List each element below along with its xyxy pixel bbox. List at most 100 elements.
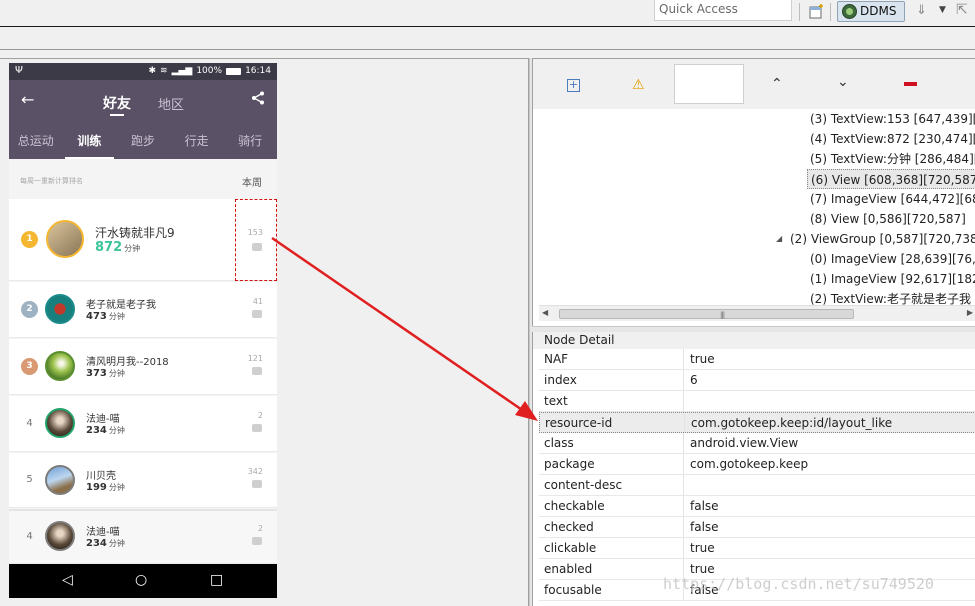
tree-node[interactable]: (1) ImageView [92,617][182,7 <box>807 269 975 289</box>
category-tab-running[interactable]: 跑步 <box>116 125 170 159</box>
selected-node-highlight <box>235 199 277 281</box>
open-perspective-icon[interactable] <box>809 3 825 19</box>
tree-node[interactable]: (0) ImageView [28,639][76,68 <box>807 249 975 269</box>
user-name: 清风明月我--2018 <box>86 357 169 368</box>
property-row-checked[interactable]: checked false <box>539 517 975 538</box>
rank-number: 5 <box>26 474 33 485</box>
back-arrow-icon[interactable]: ← <box>21 90 34 109</box>
like-count: 342 <box>247 467 263 476</box>
property-row-text[interactable]: text <box>539 391 975 412</box>
property-row-clickable[interactable]: clickable true <box>539 538 975 559</box>
category-tab-training[interactable]: 训练 <box>63 125 117 159</box>
ranking-row[interactable]: 4 法迪-喵 234 分钟 2 <box>9 396 277 452</box>
property-row-NAF[interactable]: NAF true <box>539 349 975 370</box>
tree-node[interactable]: (8) View [0,586][720,587] <box>807 209 969 229</box>
rank-number: 4 <box>26 418 33 429</box>
remove-icon[interactable] <box>904 82 917 86</box>
exit-icon[interactable]: ⇱ <box>956 2 968 18</box>
battery-percent: 100% <box>196 66 223 76</box>
property-row-package[interactable]: package com.gotokeep.keep <box>539 454 975 475</box>
spacer <box>0 50 975 58</box>
property-key: content-desc <box>544 475 684 495</box>
share-icon[interactable] <box>251 91 265 109</box>
ranking-row[interactable]: 5 川贝壳 199 分钟 342 <box>9 453 277 508</box>
tree-node[interactable]: (3) TextView:153 [647,439][68 <box>807 109 975 129</box>
tree-expand-triangle-icon[interactable]: ◢ <box>776 234 782 243</box>
avatar[interactable] <box>45 465 75 495</box>
avatar[interactable] <box>45 521 75 551</box>
property-key: class <box>544 433 684 453</box>
my-ranking-row[interactable]: 4 法迪-喵 234 分钟 2 <box>9 509 277 564</box>
ddms-label: DDMS <box>860 4 897 18</box>
period-label[interactable]: 本周 <box>242 174 262 189</box>
warning-icon[interactable]: ⚠ <box>632 77 645 93</box>
hierarchy-tree[interactable]: (3) TextView:153 [647,439][68 (4) TextVi… <box>539 109 975 305</box>
scroll-left-icon[interactable]: ◀ <box>542 308 548 317</box>
property-value: false <box>690 499 719 513</box>
property-key: clickable <box>544 538 684 558</box>
ranking-row[interactable]: 3 清风明月我--2018 373 分钟 121 <box>9 339 277 395</box>
property-row-resource-id[interactable]: resource-id com.gotokeep.keep:id/layout_l… <box>539 412 975 433</box>
property-key: checkable <box>544 496 684 516</box>
scroll-right-icon[interactable]: ▶ <box>967 308 973 317</box>
category-tab-all[interactable]: 总运动 <box>9 125 63 159</box>
category-tab-cycling[interactable]: 骑行 <box>223 125 277 159</box>
like-thumb-icon[interactable] <box>252 424 262 432</box>
user-name: 老子就是老子我 <box>86 300 156 311</box>
chevron-up-icon[interactable]: ⌃ <box>771 76 783 92</box>
rank-medal-silver: 2 <box>21 301 38 318</box>
tree-node[interactable]: (5) TextView:分钟 [286,484][3 <box>807 149 975 169</box>
tree-node[interactable]: (7) ImageView [644,472][688 <box>807 189 975 209</box>
tab-friends[interactable]: 好友 <box>103 93 131 116</box>
tree-horizontal-scrollbar[interactable]: ◀ ||| ▶ <box>539 305 975 321</box>
tree-node[interactable]: (4) TextView:872 [230,474][27 <box>807 129 975 149</box>
ddms-perspective-button[interactable]: DDMS <box>837 1 905 22</box>
property-key: package <box>544 454 684 474</box>
chevron-down-icon[interactable]: ▼ <box>939 5 946 15</box>
like-thumb-icon[interactable] <box>252 367 262 375</box>
avatar[interactable] <box>46 220 84 258</box>
tab-region[interactable]: 地区 <box>158 94 184 113</box>
like-thumb-icon[interactable] <box>252 480 262 488</box>
tree-node-selected[interactable]: (6) View [608,368][720,587] <box>807 169 975 189</box>
like-thumb-icon[interactable] <box>252 310 262 318</box>
minutes-value: 373 分钟 <box>86 368 125 379</box>
avatar[interactable] <box>45 294 75 324</box>
like-count: 2 <box>257 524 263 533</box>
bluetooth-icon: ✱ <box>148 66 157 76</box>
expand-all-icon[interactable]: + <box>567 79 580 92</box>
nav-recents-icon[interactable]: □ <box>210 572 223 588</box>
scroll-thumb[interactable]: ||| <box>559 309 854 319</box>
avatar[interactable] <box>45 351 75 381</box>
property-key: index <box>544 370 684 390</box>
node-detail-title: Node Detail <box>533 332 975 349</box>
property-row-class[interactable]: class android.view.View <box>539 433 975 454</box>
property-row-index[interactable]: index 6 <box>539 370 975 391</box>
usb-icon: Ψ <box>15 65 23 76</box>
property-value: true <box>690 352 715 366</box>
rank-medal-bronze: 3 <box>21 358 38 375</box>
status-time: 16:14 <box>245 66 271 76</box>
property-key: text <box>544 391 684 411</box>
like-thumb-icon[interactable] <box>252 537 262 545</box>
tree-node[interactable]: (2) ViewGroup [0,587][720,738] <box>787 229 975 249</box>
tree-node[interactable]: (2) TextView:老子就是老子我 [ <box>807 289 975 305</box>
signal-icon: ▂▄▆ <box>171 66 193 76</box>
user-name: 汗水铸就非凡9 <box>95 226 175 240</box>
nav-back-icon[interactable]: ◁ <box>62 572 73 588</box>
category-tab-walking[interactable]: 行走 <box>170 125 224 159</box>
hierarchy-toolbar: + ⚠ ⌃ ⌄ <box>533 59 975 109</box>
hierarchy-pane: + ⚠ ⌃ ⌄ (3) TextView:153 [647,439][68 (4… <box>532 58 975 326</box>
category-tabs: 总运动 训练 跑步 行走 骑行 <box>9 125 277 159</box>
ranking-row[interactable]: 2 老子就是老子我 473 分钟 41 <box>9 282 277 338</box>
nav-home-icon[interactable]: ○ <box>135 572 147 588</box>
avatar[interactable] <box>45 408 75 438</box>
property-row-content-desc[interactable]: content-desc <box>539 475 975 496</box>
minutes-value: 234 分钟 <box>86 425 125 436</box>
chevron-down-icon[interactable]: ⌄ <box>837 74 849 90</box>
device-screenshot: Ψ ✱ ≋ ▂▄▆ 100% 16:14 ← 好友 地区 总运动 训练 跑步 行… <box>9 63 277 598</box>
download-icon[interactable]: ⇓ <box>916 3 932 19</box>
node-search-input[interactable] <box>674 64 744 104</box>
property-row-checkable[interactable]: checkable false <box>539 496 975 517</box>
quick-access-field[interactable]: Quick Access <box>654 0 792 21</box>
